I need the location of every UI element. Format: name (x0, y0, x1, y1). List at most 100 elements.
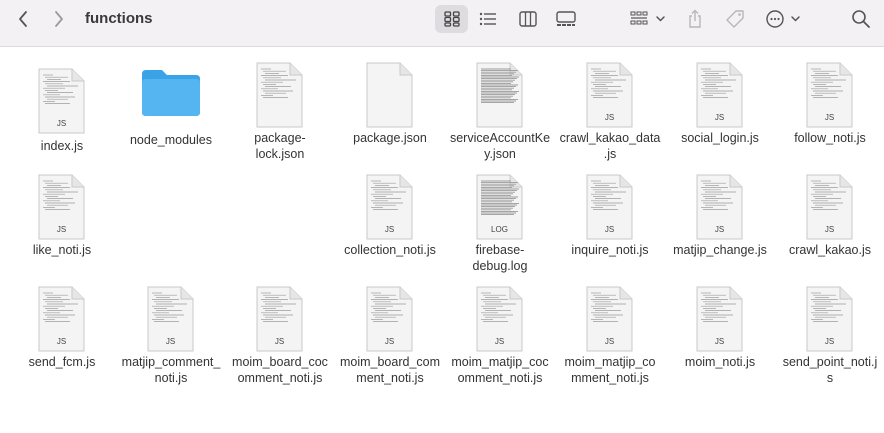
file-name-label: inquire_noti.js (571, 243, 649, 257)
file-item[interactable]: JS moim_noti.js (665, 286, 775, 386)
group-by-button[interactable] (627, 7, 669, 31)
file-name-label: serviceAccountKe y.json (449, 131, 551, 161)
javascript-file-icon: JS (366, 286, 413, 352)
file-item[interactable]: JS moim_matjip_co mment_noti.js (555, 286, 665, 386)
javascript-file-icon: JS (806, 174, 853, 240)
file-item[interactable]: JS inquire_noti.js (555, 174, 665, 274)
log-file-icon: LOG (476, 174, 523, 240)
file-name-label: moim_board_coc omment_noti.js (232, 355, 328, 385)
gallery-view-button[interactable] (553, 7, 579, 31)
document-file-icon (476, 62, 523, 128)
file-name-label: moim_matjip_coc omment_noti.js (451, 355, 549, 385)
javascript-file-icon: JS (147, 286, 194, 352)
file-item[interactable]: JS crawl_kakao.js (775, 174, 884, 274)
file-name-label: package.json (353, 131, 427, 145)
javascript-file-icon: JS (366, 174, 413, 240)
file-type-badge: JS (57, 119, 66, 128)
chevron-right-icon (55, 11, 63, 27)
file-name-label: crawl_kakao.js (789, 243, 871, 257)
file-item[interactable]: package- lock.json (225, 62, 335, 162)
file-name-label: moim_matjip_co mment_noti.js (564, 355, 656, 385)
file-item[interactable]: package.json (335, 62, 445, 162)
file-name-label: collection_noti.js (344, 243, 436, 257)
file-name-label: follow_noti.js (794, 131, 866, 145)
file-type-badge: JS (57, 225, 66, 234)
file-item[interactable]: JS collection_noti.js (335, 174, 445, 274)
file-grid: JS index.js node_modules package- lock.json… (0, 47, 884, 433)
file-type-badge: JS (715, 337, 724, 346)
file-name-label: crawl_kakao_data .js (559, 131, 661, 161)
group-icon (630, 11, 665, 25)
file-name-label: social_login.js (681, 131, 759, 145)
file-item[interactable]: JS send_point_noti.j s (775, 286, 884, 386)
forward-button[interactable] (48, 8, 70, 30)
file-name-label: like_noti.js (32, 243, 92, 257)
grid-view-icon (443, 11, 460, 27)
file-type-badge: JS (275, 337, 284, 346)
file-item[interactable]: JS send_fcm.js (7, 286, 117, 386)
finder-toolbar: functions (0, 0, 884, 47)
list-view-button[interactable] (476, 7, 500, 31)
file-type-badge: JS (715, 113, 724, 122)
share-button[interactable] (683, 6, 707, 32)
file-name-label: moim_board_com ment_noti.js (339, 355, 441, 385)
javascript-file-icon: JS (38, 68, 85, 134)
javascript-file-icon: JS (696, 286, 743, 352)
file-type-badge: JS (825, 337, 834, 346)
file-item[interactable]: JS social_login.js (665, 62, 775, 162)
file-item[interactable]: JS moim_matjip_coc omment_noti.js (445, 286, 555, 386)
column-view-icon (519, 11, 537, 27)
file-type-badge: JS (825, 225, 834, 234)
file-type-badge: JS (715, 225, 724, 234)
file-type-badge: JS (605, 337, 614, 346)
tag-icon (726, 10, 744, 28)
javascript-file-icon: JS (38, 174, 85, 240)
folder-icon (142, 70, 200, 116)
file-item[interactable]: JS moim_board_coc omment_noti.js (225, 286, 335, 386)
document-file-icon (256, 62, 303, 128)
file-item[interactable]: JS matjip_comment_ noti.js (116, 286, 226, 386)
file-name-label: matjip_comment_ noti.js (121, 355, 221, 385)
file-item[interactable]: JS index.js (7, 68, 117, 168)
search-button[interactable] (848, 7, 874, 31)
file-item[interactable]: JS follow_noti.js (775, 62, 884, 162)
icon-view-button[interactable] (435, 5, 468, 33)
file-type-badge: JS (57, 337, 66, 346)
javascript-file-icon: JS (696, 174, 743, 240)
file-name-label: send_point_noti.j s (782, 355, 878, 385)
more-icon (766, 10, 800, 28)
gallery-view-icon (556, 11, 576, 26)
chevron-left-icon (19, 11, 27, 27)
document-file-icon (366, 62, 413, 128)
file-item[interactable]: JS like_noti.js (7, 174, 117, 274)
list-view-icon (479, 12, 496, 26)
file-type-badge: JS (385, 225, 394, 234)
file-item[interactable]: JS matjip_change.js (665, 174, 775, 274)
back-button[interactable] (12, 8, 34, 30)
javascript-file-icon: JS (586, 62, 633, 128)
file-name-label: moim_noti.js (684, 355, 756, 369)
file-name-label: node_modules (129, 133, 212, 147)
column-view-button[interactable] (516, 7, 540, 31)
javascript-file-icon: JS (256, 286, 303, 352)
tag-button[interactable] (722, 7, 748, 31)
more-actions-button[interactable] (764, 7, 804, 31)
file-type-badge: JS (385, 337, 394, 346)
javascript-file-icon: JS (586, 286, 633, 352)
file-item[interactable]: serviceAccountKe y.json (445, 62, 555, 162)
file-type-badge: LOG (491, 225, 508, 234)
javascript-file-icon: JS (586, 174, 633, 240)
file-name-label: index.js (40, 139, 84, 153)
file-name-label: firebase- debug.log (472, 243, 528, 273)
file-item[interactable]: LOG firebase- debug.log (445, 174, 555, 274)
share-icon (689, 9, 701, 28)
file-name-label: send_fcm.js (28, 355, 96, 369)
javascript-file-icon: JS (38, 286, 85, 352)
file-type-badge: JS (605, 225, 614, 234)
search-icon (852, 10, 870, 28)
file-item[interactable]: node_modules (116, 62, 226, 162)
file-item[interactable]: JS crawl_kakao_data .js (555, 62, 665, 162)
javascript-file-icon: JS (806, 62, 853, 128)
window-title: functions (85, 10, 153, 27)
file-item[interactable]: JS moim_board_com ment_noti.js (335, 286, 445, 386)
